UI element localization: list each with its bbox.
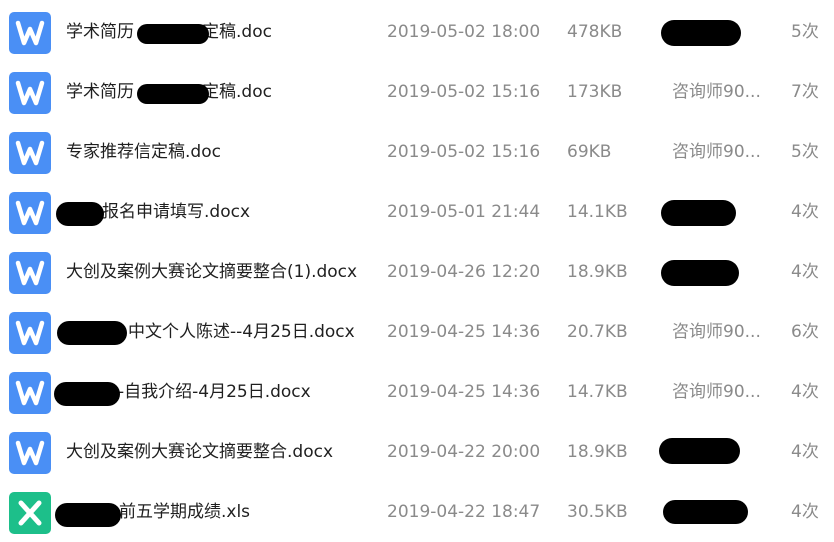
file-sender: 咨询师90... (672, 322, 761, 342)
file-date: 2019-04-25 14:36 (387, 322, 541, 342)
file-name-part: 定稿.doc (202, 22, 272, 42)
file-name-part: 大创及案例大赛论文摘要整合(1).docx (66, 262, 358, 282)
file-size: 18.9KB (567, 262, 628, 282)
file-row[interactable]: 学术简历 定稿.doc 2019-05-02 18:00 478KB 5次 (0, 2, 834, 62)
file-size: 18.9KB (567, 442, 628, 462)
file-date: 2019-05-01 21:44 (387, 202, 541, 222)
word-icon (9, 252, 51, 294)
file-date: 2019-05-02 15:16 (387, 82, 541, 102)
file-row[interactable]: 报名申请填写.docx 2019-05-01 21:44 14.1KB 4次 (0, 182, 834, 242)
redaction-mark (57, 321, 127, 345)
file-list: 学术简历 定稿.doc 2019-05-02 18:00 478KB 5次 学术简… (0, 2, 834, 542)
file-date: 2019-05-02 15:16 (387, 142, 541, 162)
file-name-part: 报名申请填写.docx (102, 202, 251, 222)
redaction-mark (137, 84, 209, 104)
file-name-part: 大创及案例大赛论文摘要整合.docx (66, 442, 334, 462)
file-name[interactable]: 大创及案例大赛论文摘要整合(1).docx (66, 261, 357, 283)
redaction-mark (137, 24, 209, 44)
excel-icon (9, 492, 51, 534)
file-row[interactable]: 大创及案例大赛论文摘要整合(1).docx 2019-04-26 12:20 1… (0, 242, 834, 302)
file-name-part: 学术简历 (66, 22, 134, 42)
file-date: 2019-05-02 18:00 (387, 22, 541, 42)
file-sender: 咨询师90... (672, 142, 761, 162)
redaction-mark (661, 200, 736, 226)
file-name-part: 定稿.doc (202, 82, 272, 102)
open-count: 4次 (791, 202, 819, 222)
file-date: 2019-04-26 12:20 (387, 262, 541, 282)
file-date: 2019-04-22 20:00 (387, 442, 541, 462)
file-row[interactable]: 前五学期成绩.xls 2019-04-22 18:47 30.5KB 4次 (0, 482, 834, 542)
word-icon (9, 372, 51, 414)
file-name[interactable]: 专家推荐信定稿.doc (66, 141, 221, 163)
redaction-mark (661, 20, 741, 46)
file-row[interactable]: -自我介绍-4月25日.docx 2019-04-25 14:36 14.7KB… (0, 362, 834, 422)
file-name-part: 专家推荐信定稿.doc (66, 142, 221, 162)
file-size: 69KB (567, 142, 612, 162)
file-size: 173KB (567, 82, 623, 102)
open-count: 5次 (791, 142, 819, 162)
open-count: 4次 (791, 262, 819, 282)
redaction-mark (661, 260, 739, 286)
redaction-mark (55, 503, 121, 527)
open-count: 4次 (791, 382, 819, 402)
file-size: 478KB (567, 22, 623, 42)
open-count: 7次 (791, 82, 819, 102)
file-name-part: 前五学期成绩.xls (119, 502, 251, 522)
word-icon (9, 312, 51, 354)
redaction-mark (56, 202, 104, 226)
file-date: 2019-04-25 14:36 (387, 382, 541, 402)
file-row[interactable]: 中文个人陈述--4月25日.docx 2019-04-25 14:36 20.7… (0, 302, 834, 362)
file-row[interactable]: 学术简历 定稿.doc 2019-05-02 15:16 173KB 咨询师90.… (0, 62, 834, 122)
redaction-mark (663, 500, 748, 524)
word-icon (9, 432, 51, 474)
open-count: 4次 (791, 502, 819, 522)
file-row[interactable]: 专家推荐信定稿.doc 2019-05-02 15:16 69KB 咨询师90.… (0, 122, 834, 182)
redaction-mark (54, 382, 120, 406)
open-count: 4次 (791, 442, 819, 462)
file-size: 14.1KB (567, 202, 628, 222)
word-icon (9, 12, 51, 54)
redaction-mark (659, 438, 740, 464)
file-date: 2019-04-22 18:47 (387, 502, 541, 522)
file-name-part: 学术简历 (66, 82, 134, 102)
word-icon (9, 192, 51, 234)
file-name-part: 中文个人陈述--4月25日.docx (128, 322, 355, 342)
file-name[interactable]: 大创及案例大赛论文摘要整合.docx (66, 441, 333, 463)
file-size: 20.7KB (567, 322, 628, 342)
file-row[interactable]: 大创及案例大赛论文摘要整合.docx 2019-04-22 20:00 18.9… (0, 422, 834, 482)
file-sender: 咨询师90... (672, 382, 761, 402)
word-icon (9, 132, 51, 174)
open-count: 6次 (791, 322, 819, 342)
word-icon (9, 72, 51, 114)
file-name-part: -自我介绍-4月25日.docx (118, 382, 311, 402)
file-size: 14.7KB (567, 382, 628, 402)
open-count: 5次 (791, 22, 819, 42)
file-sender: 咨询师90... (672, 82, 761, 102)
file-size: 30.5KB (567, 502, 628, 522)
